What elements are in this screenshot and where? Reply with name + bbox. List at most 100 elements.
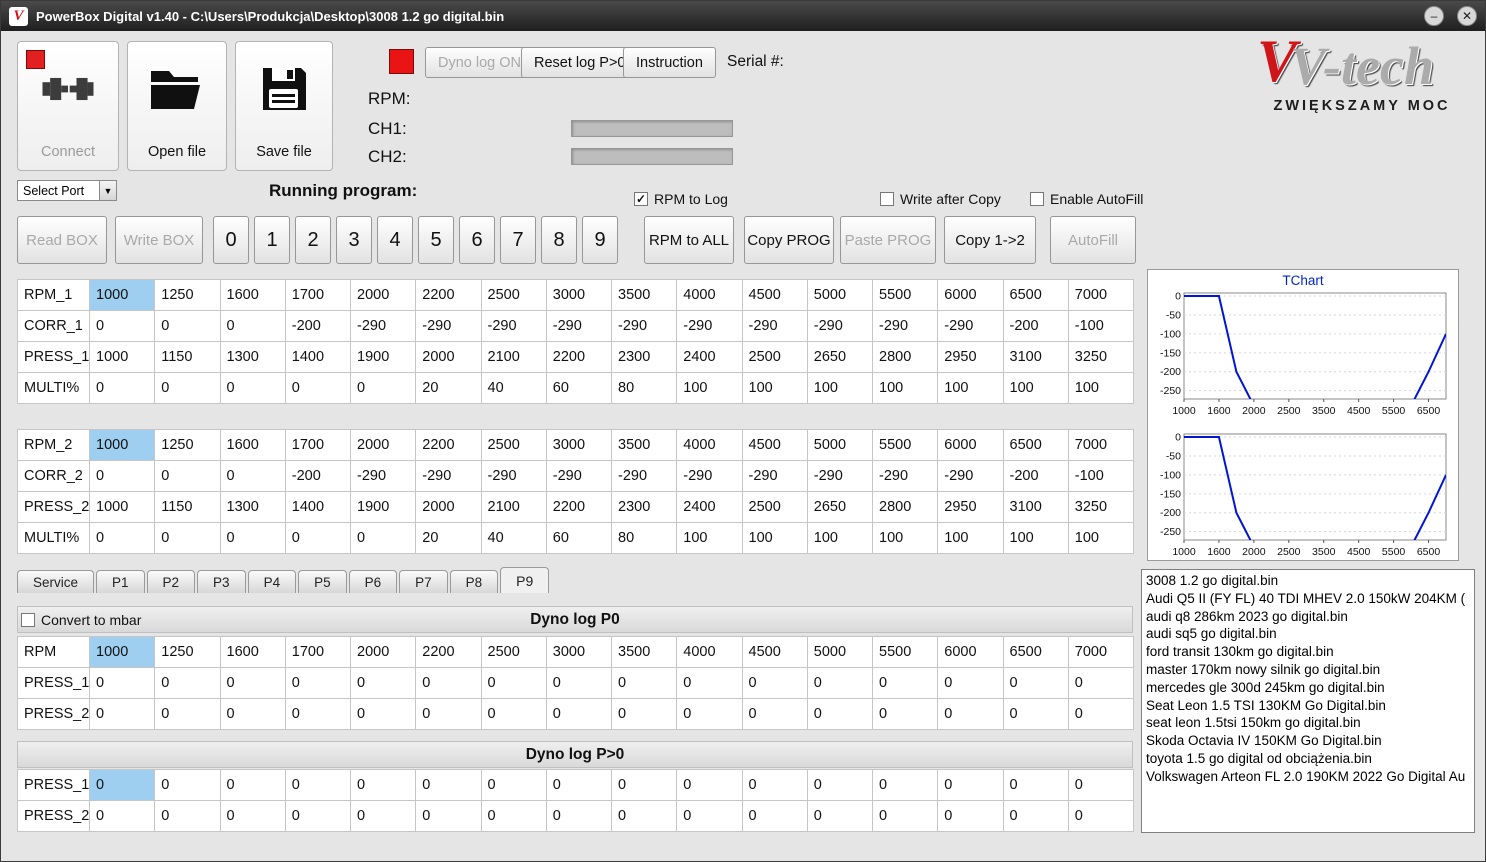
- table-cell[interactable]: 0: [285, 523, 351, 554]
- table-cell[interactable]: 0: [155, 770, 221, 801]
- table-cell[interactable]: 4500: [742, 637, 808, 668]
- table-cell[interactable]: 2300: [612, 342, 678, 373]
- table-cell[interactable]: 1000: [90, 492, 156, 523]
- table-cell[interactable]: 2200: [546, 492, 612, 523]
- file-list-item[interactable]: Volkswagen Arteon FL 2.0 190KM 2022 Go D…: [1142, 768, 1474, 786]
- enable-autofill-checkbox[interactable]: Enable AutoFill: [1030, 191, 1143, 207]
- table-cell[interactable]: 0: [90, 311, 156, 342]
- table-cell[interactable]: 20: [416, 523, 482, 554]
- table-cell[interactable]: 100: [742, 373, 808, 404]
- tab-p3[interactable]: P3: [197, 570, 246, 593]
- reset-log-button[interactable]: Reset log P>0: [521, 47, 639, 78]
- table-cell[interactable]: 0: [612, 801, 678, 832]
- table-cell[interactable]: 2100: [481, 342, 547, 373]
- table-cell[interactable]: 0: [742, 770, 808, 801]
- write-after-copy-checkbox[interactable]: Write after Copy: [880, 191, 1001, 207]
- table-cell[interactable]: 0: [220, 523, 286, 554]
- table-cell[interactable]: 0: [873, 699, 939, 730]
- table-cell[interactable]: 0: [220, 373, 286, 404]
- table-cell[interactable]: 0: [285, 770, 351, 801]
- file-list-item[interactable]: audi sq5 go digital.bin: [1142, 625, 1474, 643]
- table-cell[interactable]: 4500: [742, 280, 808, 311]
- file-list-item[interactable]: mercedes gle 300d 245km go digital.bin: [1142, 679, 1474, 697]
- table-cell[interactable]: 1600: [220, 637, 286, 668]
- table-cell[interactable]: 5000: [807, 637, 873, 668]
- file-list-item[interactable]: Skoda Octavia IV 150KM Go Digital.bin: [1142, 732, 1474, 750]
- table-cell[interactable]: 0: [220, 311, 286, 342]
- table-cell[interactable]: 0: [285, 801, 351, 832]
- tab-p9[interactable]: P9: [500, 567, 550, 593]
- table-cell[interactable]: 1000: [90, 280, 156, 311]
- table-cell[interactable]: 60: [546, 523, 612, 554]
- digit-button-8[interactable]: 8: [541, 216, 577, 264]
- table-cell[interactable]: 0: [612, 699, 678, 730]
- table-cell[interactable]: 0: [90, 373, 156, 404]
- table-cell[interactable]: 100: [938, 373, 1004, 404]
- table-cell[interactable]: -290: [807, 461, 873, 492]
- table-cell[interactable]: 0: [155, 801, 221, 832]
- table-cell[interactable]: 0: [481, 668, 547, 699]
- table-cell[interactable]: 0: [220, 699, 286, 730]
- table-cell[interactable]: 2200: [416, 280, 482, 311]
- table-cell[interactable]: 1250: [155, 280, 221, 311]
- table-cell[interactable]: 0: [220, 801, 286, 832]
- table-cell[interactable]: -290: [546, 311, 612, 342]
- table-cell[interactable]: 2500: [481, 637, 547, 668]
- table-cell[interactable]: 6000: [938, 637, 1004, 668]
- table-cell[interactable]: -200: [1003, 461, 1069, 492]
- table-cell[interactable]: 0: [90, 699, 156, 730]
- table-cell[interactable]: 1700: [285, 280, 351, 311]
- table-cell[interactable]: 100: [742, 523, 808, 554]
- table-cell[interactable]: 3000: [546, 637, 612, 668]
- table-cell[interactable]: 3000: [546, 280, 612, 311]
- instruction-button[interactable]: Instruction: [623, 47, 716, 78]
- table-cell[interactable]: 1600: [220, 430, 286, 461]
- table-cell[interactable]: 0: [351, 523, 417, 554]
- table-cell[interactable]: 6500: [1003, 280, 1069, 311]
- table-cell[interactable]: 2400: [677, 492, 743, 523]
- table-cell[interactable]: 40: [481, 373, 547, 404]
- table-cell[interactable]: 2500: [742, 492, 808, 523]
- table-cell[interactable]: 0: [481, 699, 547, 730]
- table-cell[interactable]: 1150: [155, 342, 221, 373]
- table-cell[interactable]: -290: [416, 311, 482, 342]
- digit-button-7[interactable]: 7: [500, 216, 536, 264]
- table-cell[interactable]: 1700: [285, 430, 351, 461]
- table-cell[interactable]: 0: [155, 461, 221, 492]
- table-cell[interactable]: -290: [351, 461, 417, 492]
- table-cell[interactable]: 100: [873, 523, 939, 554]
- table-cell[interactable]: 0: [873, 770, 939, 801]
- table-cell[interactable]: 0: [807, 770, 873, 801]
- table-cell[interactable]: 1900: [351, 342, 417, 373]
- table-cell[interactable]: 0: [155, 523, 221, 554]
- tab-p6[interactable]: P6: [348, 570, 398, 593]
- table-cell[interactable]: 0: [90, 668, 156, 699]
- table-cell[interactable]: -290: [742, 311, 808, 342]
- table-cell[interactable]: -290: [416, 461, 482, 492]
- table-cell[interactable]: 0: [220, 461, 286, 492]
- table-cell[interactable]: -290: [677, 461, 743, 492]
- table-cell[interactable]: -290: [938, 311, 1004, 342]
- table-cell[interactable]: 2950: [938, 342, 1004, 373]
- table-cell[interactable]: 100: [677, 523, 743, 554]
- tab-service[interactable]: Service: [17, 570, 95, 593]
- table-cell[interactable]: 1400: [285, 492, 351, 523]
- tab-p2[interactable]: P2: [146, 570, 196, 593]
- tab-p7[interactable]: P7: [399, 570, 448, 593]
- table-cell[interactable]: 0: [351, 699, 417, 730]
- table-cell[interactable]: 0: [1003, 668, 1069, 699]
- chevron-down-icon[interactable]: ▼: [99, 181, 116, 200]
- table-cell[interactable]: 100: [1003, 523, 1069, 554]
- table-cell[interactable]: 6000: [938, 430, 1004, 461]
- table-cell[interactable]: 0: [807, 668, 873, 699]
- table-cell[interactable]: 2100: [481, 492, 547, 523]
- table-cell[interactable]: 2500: [481, 280, 547, 311]
- table-cell[interactable]: 3100: [1003, 492, 1069, 523]
- copy-prog-button[interactable]: Copy PROG: [744, 216, 834, 264]
- table-cell[interactable]: 0: [90, 461, 156, 492]
- table-cell[interactable]: 0: [938, 801, 1004, 832]
- table-cell[interactable]: -290: [546, 461, 612, 492]
- table-cell[interactable]: 4000: [677, 637, 743, 668]
- table-cell[interactable]: 4500: [742, 430, 808, 461]
- table-cell[interactable]: 0: [1003, 699, 1069, 730]
